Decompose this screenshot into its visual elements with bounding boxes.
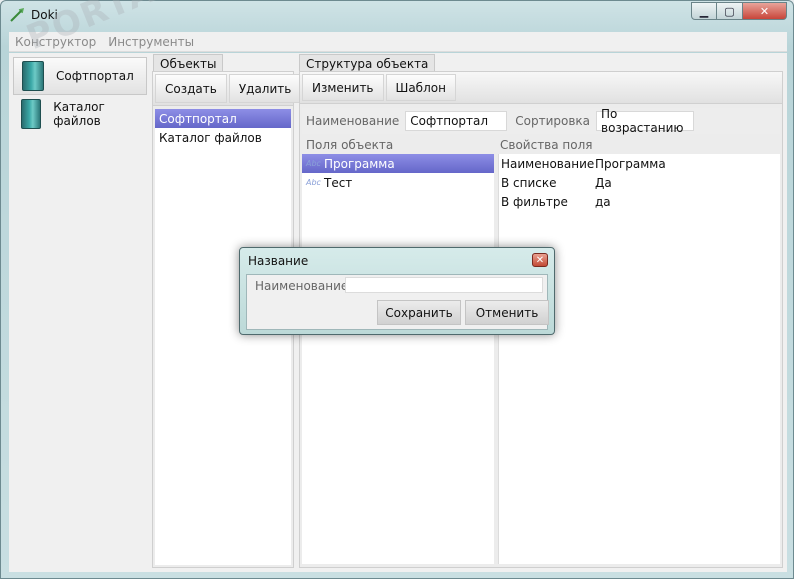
property-name: Наименование: [501, 156, 595, 171]
name-label: Наименование: [306, 114, 400, 128]
structure-toolbar: Изменить Шаблон: [300, 72, 782, 104]
property-value[interactable]: Да: [595, 176, 612, 190]
sort-field[interactable]: По возрастанию: [596, 107, 695, 135]
list-item[interactable]: Abc Программа: [302, 154, 494, 173]
menu-bar: Конструктор Инструменты: [9, 32, 787, 52]
save-button[interactable]: Сохранить: [377, 300, 461, 325]
menu-item-constructor[interactable]: Конструктор: [9, 35, 102, 49]
field-properties: Наименование Программа В списке Да В фил…: [498, 154, 780, 564]
text-type-icon: Abc: [306, 178, 321, 187]
list-item[interactable]: Каталог файлов: [155, 128, 291, 147]
nav-item-label: Каталог файлов: [53, 100, 105, 128]
property-row: В списке Да: [499, 173, 780, 192]
list-item[interactable]: Abc Тест: [302, 173, 494, 192]
dialog-title: Название: [248, 254, 309, 268]
window-title: Doki: [31, 8, 58, 22]
field-label: Тест: [324, 175, 353, 190]
sort-label: Сортировка: [515, 114, 591, 128]
edit-button[interactable]: Изменить: [302, 74, 384, 101]
property-value[interactable]: Программа: [595, 157, 666, 171]
field-label: Программа: [324, 156, 395, 171]
template-button[interactable]: Шаблон: [385, 74, 456, 101]
tab-object-structure[interactable]: Структура объекта: [299, 54, 436, 72]
objects-list: Софтпортал Каталог файлов: [155, 109, 291, 565]
title-bar[interactable]: Doki ▁ ▢ ✕: [1, 1, 793, 31]
delete-button[interactable]: Удалить: [228, 74, 302, 103]
fields-header: Поля объекта: [306, 138, 394, 152]
dialog-name-input[interactable]: [345, 277, 543, 293]
close-icon: ✕: [535, 254, 545, 266]
object-attributes: Наименование Софтпортал Сортировка По во…: [302, 107, 780, 135]
nav-panel: Софтпортал Каталог файлов: [13, 57, 147, 569]
menu-item-tools[interactable]: Инструменты: [102, 35, 200, 49]
minimize-button[interactable]: ▁: [691, 2, 717, 20]
close-window-button[interactable]: ✕: [743, 2, 787, 20]
fields-list: Abc Программа Abc Тест: [302, 154, 494, 564]
book-icon: [22, 61, 44, 91]
minimize-icon: ▁: [699, 4, 709, 18]
name-dialog: Название ✕ Наименование Сохранить Отмени…: [239, 247, 555, 335]
create-button[interactable]: Создать: [155, 74, 227, 103]
app-icon: [10, 7, 25, 22]
close-icon: ✕: [759, 4, 770, 18]
nav-item-softportal[interactable]: Софтпортал: [13, 57, 147, 95]
property-value[interactable]: да: [595, 195, 611, 209]
cancel-button[interactable]: Отменить: [465, 300, 549, 325]
list-item[interactable]: Софтпортал: [155, 109, 291, 128]
name-field[interactable]: Софтпортал: [405, 111, 508, 131]
dialog-name-label: Наименование: [255, 279, 349, 293]
maximize-icon: ▢: [724, 4, 735, 18]
objects-toolbar: Создать Удалить: [153, 72, 302, 106]
property-name: В списке: [501, 175, 557, 190]
dialog-close-button[interactable]: ✕: [532, 253, 548, 267]
props-header: Свойства поля: [500, 138, 593, 152]
text-type-icon: Abc: [306, 159, 321, 168]
maximize-button[interactable]: ▢: [717, 2, 743, 20]
nav-item-file-catalog[interactable]: Каталог файлов: [13, 95, 147, 133]
window-controls: ▁ ▢ ✕: [691, 2, 787, 20]
property-name: В фильтре: [501, 194, 568, 209]
book-icon: [21, 99, 42, 129]
property-row: Наименование Программа: [499, 154, 780, 173]
tab-objects[interactable]: Объекты: [153, 54, 224, 72]
nav-item-label: Софтпортал: [56, 69, 134, 83]
dialog-body: Наименование Сохранить Отменить: [246, 274, 549, 330]
property-row: В фильтре да: [499, 192, 780, 211]
